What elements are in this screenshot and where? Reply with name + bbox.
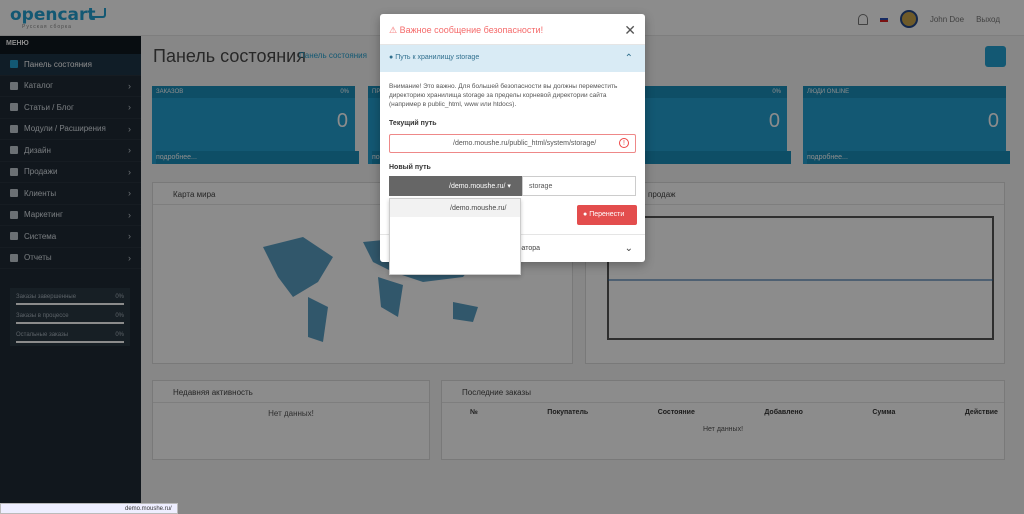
path-dropdown-button[interactable]: /demo.moushe.ru/ ▾ [389,176,522,196]
error-icon: ! [619,138,629,148]
current-path-field: /demo.moushe.ru/public_html/system/stora… [389,134,636,153]
storage-accordion-header[interactable]: ● Путь к хранилищу storage ⌃ [380,45,645,72]
dropdown-value: /demo.moushe.ru/ [449,183,506,190]
current-path-label: Текущий путь [389,120,437,127]
current-path-value: /demo.moushe.ru/public_html/system/stora… [453,140,597,147]
modal-title: ⚠ Важное сообщение безопасности! [380,14,645,45]
modal-title-text: Важное сообщение безопасности! [399,25,544,35]
new-path-label: Новый путь [389,164,431,171]
warning-text: Внимание! Это важно. Для большей безопас… [389,83,618,108]
move-button[interactable]: ● Перенести [577,205,637,225]
new-path-input[interactable]: storage [522,176,636,196]
dropdown-option[interactable]: /demo.moushe.ru/ [390,199,520,217]
move-button-label: Перенести [589,211,625,218]
browser-status-url: demo.moushe.ru/ [0,503,178,514]
path-dropdown-menu: /demo.moushe.ru/ [389,198,521,275]
accordion-label: Путь к хранилищу storage [395,54,480,61]
chevron-down-icon: ⌄ [624,243,633,254]
close-icon[interactable]: ✕ [624,22,636,39]
chevron-up-icon: ⌃ [624,53,633,64]
